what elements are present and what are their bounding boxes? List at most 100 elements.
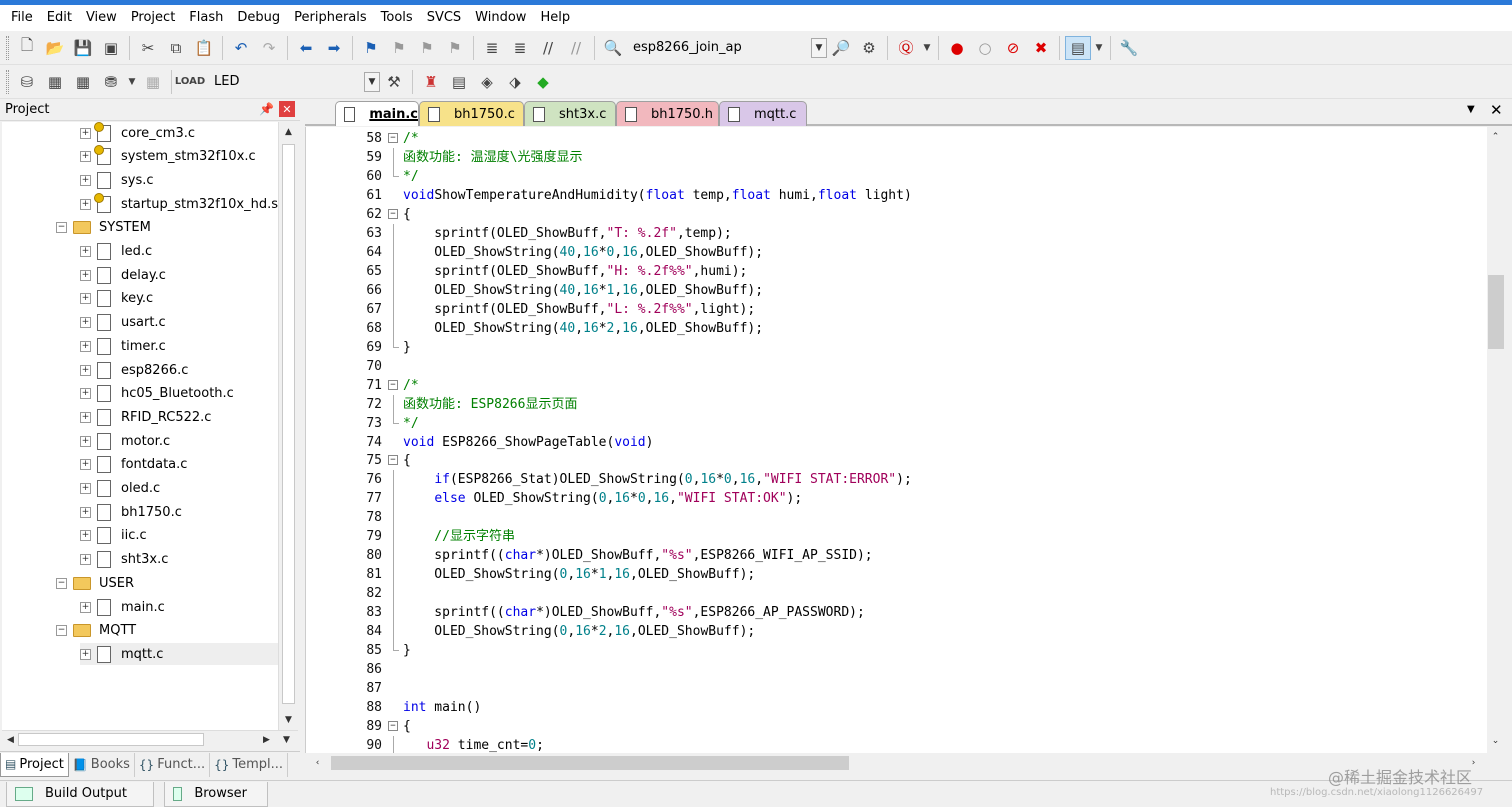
expand-icon[interactable]: + [80, 269, 91, 281]
expand-icon[interactable]: + [80, 174, 91, 186]
configure-icon[interactable]: 🔧 [1116, 36, 1142, 60]
target-select[interactable]: LED ▼ [208, 71, 380, 93]
kill-breakpoints-icon[interactable]: ✖ [1028, 36, 1054, 60]
scroll-down-icon[interactable]: ▼ [282, 712, 295, 728]
expand-icon[interactable]: + [80, 411, 91, 423]
incremental-find-icon[interactable]: ⚙ [856, 36, 882, 60]
manage-project-items-icon[interactable]: ♜ [418, 70, 444, 94]
expand-icon[interactable]: + [80, 127, 91, 139]
translate-icon[interactable]: ⛁ [14, 70, 40, 94]
panel-tab-project[interactable]: ▤ Project [0, 752, 69, 777]
expand-icon[interactable]: + [80, 364, 91, 376]
fold-toggle-icon[interactable]: − [388, 133, 398, 143]
menu-item-tools[interactable]: Tools [374, 6, 420, 30]
collapse-icon[interactable]: − [56, 625, 67, 637]
tree-file[interactable]: + motor.c [80, 430, 278, 452]
toolbar-grip[interactable] [6, 35, 9, 60]
indent-icon[interactable]: ≣ [479, 36, 505, 60]
disable-breakpoints-icon[interactable]: ⊘ [1000, 36, 1026, 60]
scroll-up-icon[interactable]: ▲ [282, 124, 295, 140]
chevron-down-icon[interactable]: ▼ [811, 37, 827, 58]
find-combo[interactable]: esp8266_join_ap ▼ [627, 37, 827, 59]
panel-tab-functions[interactable]: {} Funct... [135, 752, 211, 777]
scroll-thumb[interactable] [1488, 275, 1504, 349]
debug-dropdown-icon[interactable]: ▼ [921, 36, 933, 60]
tree-file[interactable]: + fontdata.c [80, 454, 278, 476]
close-editor-icon[interactable]: ✕ [1490, 101, 1503, 119]
tree-file[interactable]: + bh1750.c [80, 501, 278, 523]
scroll-thumb[interactable] [331, 756, 849, 770]
expand-icon[interactable]: + [80, 317, 91, 329]
code-editor[interactable]: 58−/* 59 函数功能: 温湿度\光强度显示 60 */61 voidShowTemp… [305, 127, 1487, 753]
collapse-icon[interactable]: − [56, 222, 67, 234]
editor-tab-main-c[interactable]: main.c [335, 101, 419, 126]
fold-toggle-icon[interactable]: − [388, 721, 398, 732]
panel-tab-books[interactable]: 📘 Books [69, 752, 135, 777]
tree-file[interactable]: + key.c [80, 288, 278, 310]
pin-icon[interactable]: 📌 [259, 102, 274, 116]
save-all-icon[interactable]: ▣ [98, 36, 124, 60]
layout-dropdown-icon[interactable]: ▼ [1093, 36, 1105, 60]
expand-icon[interactable]: + [80, 340, 91, 352]
target-options-icon[interactable]: ⚒ [381, 70, 407, 94]
scroll-thumb[interactable] [282, 144, 295, 704]
scroll-down-icon[interactable]: ▼ [280, 732, 293, 748]
expand-icon[interactable]: + [80, 554, 91, 566]
stop-build-icon[interactable]: ▦ [140, 70, 166, 94]
expand-icon[interactable]: + [80, 648, 91, 660]
tree-file[interactable]: + core_cm3.c [80, 122, 278, 144]
panel-tab-templates[interactable]: {} Templ... [210, 752, 289, 777]
expand-icon[interactable]: + [80, 293, 91, 305]
open-file-icon[interactable]: 📂 [42, 36, 68, 60]
expand-icon[interactable]: + [80, 388, 91, 400]
redo-icon[interactable]: ↷ [256, 36, 282, 60]
copy-icon[interactable]: ⧉ [163, 36, 189, 60]
menu-item-help[interactable]: Help [533, 6, 577, 30]
editor-vertical-scrollbar[interactable]: ⌃ ⌄ [1487, 127, 1512, 753]
tree-file[interactable]: + esp8266.c [80, 359, 278, 381]
find-in-files-icon[interactable]: 🔍 [600, 36, 626, 60]
cut-icon[interactable]: ✂ [135, 36, 161, 60]
insert-breakpoint-icon[interactable]: ● [944, 36, 970, 60]
bookmark-icon[interactable]: ⚑ [358, 36, 384, 60]
comment-icon[interactable]: // [535, 36, 561, 60]
tree-folder[interactable]: − USER [56, 572, 278, 594]
uncomment-icon[interactable]: // [563, 36, 589, 60]
debug-session-icon[interactable]: Ⓠ [893, 36, 919, 60]
fold-toggle-icon[interactable]: − [388, 208, 398, 219]
next-bookmark-icon[interactable]: ⚑ [414, 36, 440, 60]
menu-item-edit[interactable]: Edit [40, 6, 79, 30]
prev-bookmark-icon[interactable]: ⚑ [386, 36, 412, 60]
project-tree-vertical-scrollbar[interactable]: ▲ ▼ [278, 122, 297, 730]
bottom-tab-build-output[interactable]: Build Output [6, 781, 154, 807]
batch-build-icon[interactable]: ⛃ [98, 70, 124, 94]
find-icon[interactable]: 🔎 [828, 36, 854, 60]
menu-item-peripherals[interactable]: Peripherals [287, 6, 374, 30]
tab-list-dropdown-icon[interactable]: ▼ [1467, 104, 1475, 115]
collapse-icon[interactable]: − [56, 577, 67, 589]
tree-folder[interactable]: − SYSTEM [56, 217, 278, 239]
editor-tab-sht3x-c[interactable]: sht3x.c [524, 101, 616, 126]
scroll-thumb[interactable] [18, 733, 204, 746]
scroll-left-icon[interactable]: ‹ [311, 755, 324, 771]
expand-icon[interactable]: + [80, 459, 91, 471]
expand-icon[interactable]: + [80, 246, 91, 257]
bottom-tab-browser[interactable]: Browser [164, 781, 268, 807]
undo-icon[interactable]: ↶ [228, 36, 254, 60]
expand-icon[interactable]: + [80, 483, 91, 494]
navigate-forward-icon[interactable]: ➡ [321, 36, 347, 60]
menu-item-window[interactable]: Window [468, 6, 533, 30]
menu-item-file[interactable]: File [4, 6, 40, 30]
fold-toggle-icon[interactable]: − [388, 455, 398, 466]
tree-file[interactable]: + iic.c [80, 525, 278, 547]
tree-file[interactable]: + sht3x.c [80, 549, 278, 571]
expand-icon[interactable]: + [80, 198, 91, 210]
tree-file[interactable]: + usart.c [80, 312, 278, 334]
download-icon[interactable]: LOAD [175, 70, 205, 94]
scroll-left-icon[interactable]: ◀ [4, 732, 17, 748]
tree-file[interactable]: + mqtt.c [80, 643, 278, 666]
menu-item-flash[interactable]: Flash [182, 6, 230, 30]
tree-file[interactable]: + RFID_RC522.c [80, 406, 278, 428]
batch-dropdown-icon[interactable]: ▼ [126, 70, 138, 94]
menu-item-svcs[interactable]: SVCS [420, 6, 468, 30]
